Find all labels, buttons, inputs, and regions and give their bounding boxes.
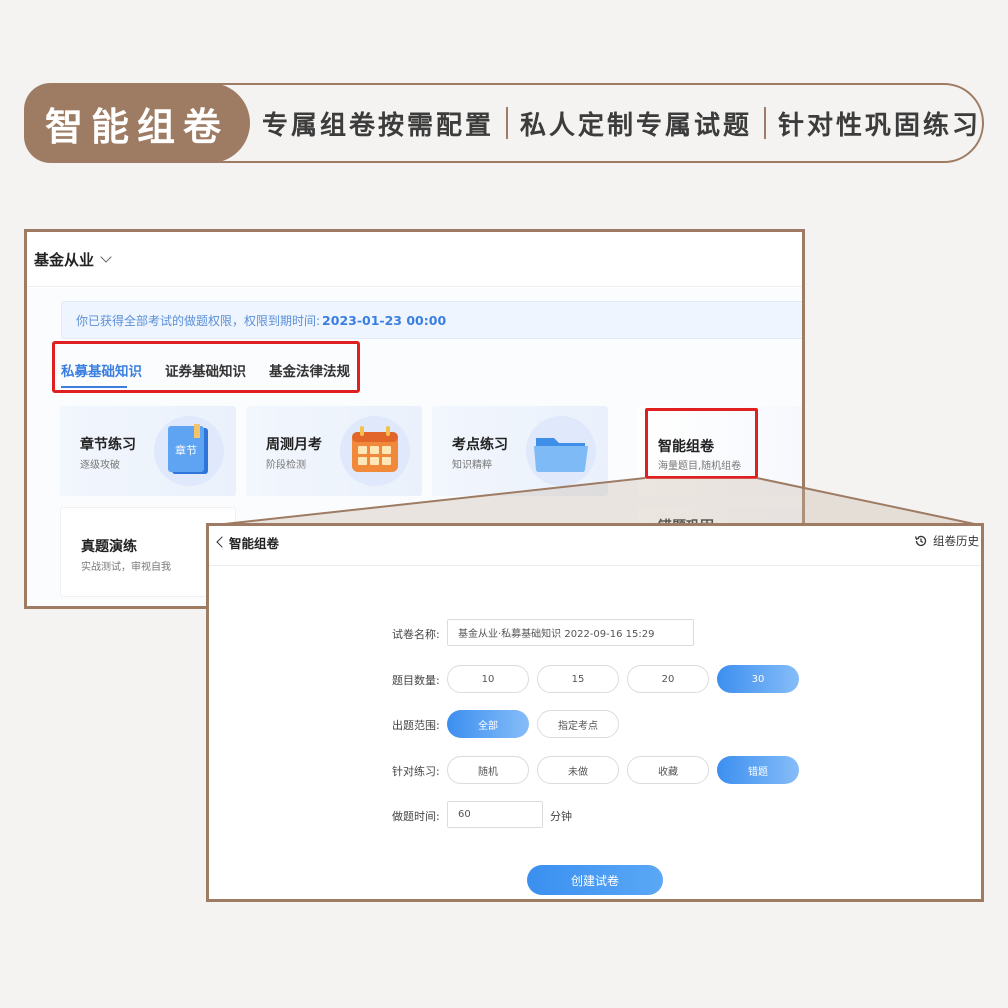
scope-label: 出题范围: xyxy=(392,719,440,732)
back-icon[interactable] xyxy=(216,536,228,548)
paper-name-label: 试卷名称: xyxy=(392,628,440,641)
time-input[interactable]: 60 xyxy=(447,801,543,828)
create-paper-button[interactable]: 创建试卷 xyxy=(527,865,663,895)
card-title: 真题演练 xyxy=(81,539,137,555)
history-icon xyxy=(914,535,927,547)
calendar-icon xyxy=(340,416,410,486)
card-subtitle: 逐级攻破 xyxy=(80,460,120,471)
card-title: 章节练习 xyxy=(80,437,136,453)
card-subtitle: 实战测试，审视自我 xyxy=(81,562,171,573)
question-count-label: 题目数量: xyxy=(392,674,440,687)
notice-text: 你已获得全部考试的做题权限，权限到期时间: xyxy=(76,313,321,328)
banner-item-1: 专属组卷按需配置 xyxy=(262,110,495,141)
book-icon-label: 章节 xyxy=(175,443,197,457)
card-weekly-monthly-test[interactable]: 周测月考 阶段检测 xyxy=(246,406,422,496)
target-option-wrong[interactable]: 错题 xyxy=(717,756,799,784)
tab-securities[interactable]: 证券基础知识 xyxy=(165,360,246,380)
subject-header: 基金从业 xyxy=(27,232,802,287)
smart-compose-highlight xyxy=(645,408,758,479)
card-title: 周测月考 xyxy=(266,437,322,453)
count-option-20[interactable]: 20 xyxy=(627,665,709,693)
card-subtitle: 阶段检测 xyxy=(266,460,306,471)
banner-item-3: 针对性巩固练习 xyxy=(778,110,982,141)
banner-items: 专属组卷按需配置 私人定制专属试题 针对性巩固练习 xyxy=(262,85,981,161)
banner-title: 智能组卷 xyxy=(24,83,250,163)
banner-item-2: 私人定制专属试题 xyxy=(520,110,753,141)
chevron-down-icon[interactable] xyxy=(100,251,112,263)
folder-icon xyxy=(526,416,596,486)
feature-banner: 智能组卷 专属组卷按需配置 私人定制专属试题 针对性巩固练习 xyxy=(24,83,984,163)
card-subtitle: 知识精粹 xyxy=(452,460,492,471)
tab-private-equity[interactable]: 私募基础知识 xyxy=(61,360,142,380)
banner-divider xyxy=(506,107,509,139)
count-option-30[interactable]: 30 xyxy=(717,665,799,693)
subject-tabs-highlight: 私募基础知识 证券基础知识 基金法律法规 xyxy=(52,341,360,393)
book-icon: 章节 xyxy=(154,416,224,486)
subject-selector[interactable]: 基金从业 xyxy=(34,249,94,270)
card-chapter-practice[interactable]: 章节练习 逐级攻破 章节 xyxy=(60,406,236,496)
card-key-point-practice[interactable]: 考点练习 知识精粹 xyxy=(432,406,608,496)
paper-name-input[interactable]: 基金从业·私募基础知识 2022-09-16 15:29 xyxy=(447,619,694,646)
scope-option-specified[interactable]: 指定考点 xyxy=(537,710,619,738)
permission-notice: 你已获得全部考试的做题权限，权限到期时间: 2023-01-23 00:00 xyxy=(61,301,802,339)
target-option-favorites[interactable]: 收藏 xyxy=(627,756,709,784)
target-practice-label: 针对练习: xyxy=(392,765,440,778)
compose-header: 智能组卷 组卷历史 xyxy=(209,526,981,566)
time-label: 做题时间: xyxy=(392,810,440,823)
target-option-random[interactable]: 随机 xyxy=(447,756,529,784)
target-option-undone[interactable]: 未做 xyxy=(537,756,619,784)
count-option-10[interactable]: 10 xyxy=(447,665,529,693)
smart-compose-screen: 智能组卷 组卷历史 试卷名称: 基金从业·私募基础知识 2022-09-16 1… xyxy=(206,523,984,902)
page-title: 智能组卷 xyxy=(229,536,280,551)
time-unit: 分钟 xyxy=(550,810,572,823)
compose-history-button[interactable]: 组卷历史 xyxy=(914,533,979,549)
history-label: 组卷历史 xyxy=(933,534,979,548)
scope-option-all[interactable]: 全部 xyxy=(447,710,529,738)
active-tab-underline xyxy=(61,386,127,388)
banner-divider xyxy=(764,107,767,139)
count-option-15[interactable]: 15 xyxy=(537,665,619,693)
notice-expiry-date: 2023-01-23 00:00 xyxy=(322,312,447,328)
tab-fund-law[interactable]: 基金法律法规 xyxy=(269,360,350,380)
card-title: 考点练习 xyxy=(452,437,508,453)
